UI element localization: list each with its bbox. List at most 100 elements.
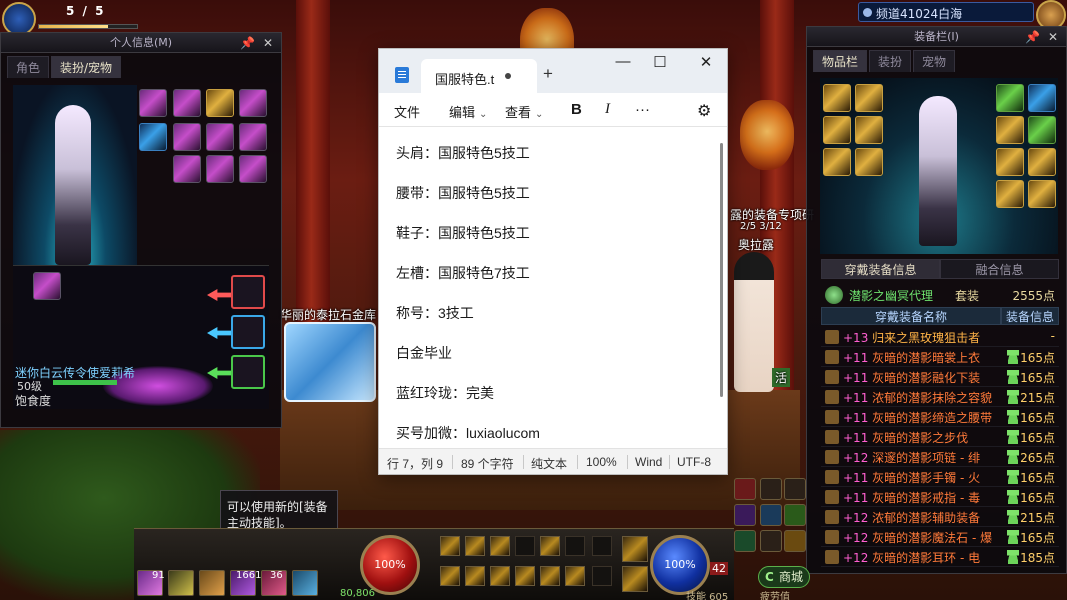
equip-row[interactable]: +13 归来之黑玫瑰狙击者 - (821, 327, 1059, 347)
quick-item[interactable] (168, 570, 194, 596)
pin-icon[interactable]: 📌 (1025, 27, 1040, 47)
skill-slot[interactable] (540, 566, 560, 586)
skill-slot[interactable] (490, 566, 510, 586)
tab-document[interactable]: 国服特色.t (421, 59, 537, 93)
skill-slot[interactable] (465, 566, 485, 586)
bold-button[interactable]: B (571, 101, 582, 118)
equip-slot-shoulder[interactable] (823, 84, 851, 112)
avatar-slot[interactable] (206, 89, 234, 117)
pet-slot[interactable] (33, 272, 61, 300)
encoding[interactable]: UTF-8 (677, 455, 711, 469)
italic-button[interactable]: I (605, 101, 610, 118)
equip-slot-bracelet[interactable] (996, 116, 1024, 144)
avatar-slot[interactable] (206, 123, 234, 151)
new-tab-icon[interactable]: + (543, 64, 553, 84)
equip-row[interactable]: +12 灰暗的潜影耳环 - 电 185点 (821, 547, 1059, 567)
text-editor[interactable]: 头肩：国服特色5技工 腰带：国服特色5技工 鞋子：国服特色5技工 左槽：国服特色… (379, 127, 727, 447)
equip-row[interactable]: +11 灰暗的潜影戒指 - 毒 165点 (821, 487, 1059, 507)
avatar-slot[interactable] (206, 155, 234, 183)
scrollbar[interactable] (720, 143, 723, 397)
shop-button[interactable]: 商城 (758, 566, 810, 588)
equip-row[interactable]: +11 灰暗的潜影之步伐 165点 (821, 427, 1059, 447)
book-icon[interactable] (734, 530, 756, 552)
skill-slot[interactable] (440, 536, 460, 556)
more-button[interactable]: ··· (635, 101, 650, 118)
equip-slot-necklace[interactable] (1028, 116, 1056, 144)
equip-slot-pants[interactable] (855, 116, 883, 144)
equip-row[interactable]: +11 灰暗的潜影暗裳上衣 165点 (821, 347, 1059, 367)
skill-slot[interactable] (440, 566, 460, 586)
awakening-skill[interactable] (622, 566, 648, 592)
equip-slot-title[interactable] (996, 84, 1024, 112)
event-icon[interactable] (734, 504, 756, 526)
avatar-slot[interactable] (239, 123, 267, 151)
equip-slot-ring[interactable] (996, 148, 1024, 176)
text-mode[interactable]: 纯文本 (531, 455, 567, 472)
skill-slot[interactable] (565, 536, 585, 556)
avatar-slot[interactable] (173, 123, 201, 151)
equip-row[interactable]: +11 灰暗的潜影手镯 - 火 165点 (821, 467, 1059, 487)
currency-icon[interactable] (760, 478, 782, 500)
line-ending[interactable]: Wind (635, 455, 662, 469)
skill-slot[interactable] (465, 536, 485, 556)
pet-skill-green[interactable] (231, 355, 265, 389)
zoom-level[interactable]: 100% (586, 455, 617, 469)
skill-slot[interactable] (592, 566, 612, 586)
menu-file[interactable]: 文件 (394, 102, 420, 121)
npc-aurora[interactable] (734, 252, 774, 392)
equip-row[interactable]: +11 浓郁的潜影抹除之容貌 215点 (821, 387, 1059, 407)
tab-pet[interactable]: 宠物 (913, 50, 956, 72)
player-avatar[interactable] (2, 2, 36, 36)
close-icon[interactable]: ✕ (263, 33, 273, 53)
equip-row[interactable]: +11 灰暗的潜影缔造之腰带 165点 (821, 407, 1059, 427)
equip-slot-top[interactable] (855, 84, 883, 112)
skill-slot[interactable] (592, 536, 612, 556)
equip-slot-support[interactable] (1028, 148, 1056, 176)
menu-edit[interactable]: 编辑 ⌄ (449, 102, 487, 121)
tab-avatar[interactable]: 装扮 (869, 50, 912, 72)
skill-slot[interactable] (515, 566, 535, 586)
avatar-slot[interactable] (173, 89, 201, 117)
maximize-icon[interactable]: ☐ (648, 53, 672, 71)
tab-fusion-info[interactable]: 融合信息 (940, 259, 1059, 279)
treasure-chest[interactable] (284, 322, 376, 402)
star-icon[interactable] (760, 504, 782, 526)
pet-skill-red[interactable] (231, 275, 265, 309)
avatar-slot[interactable] (239, 89, 267, 117)
minimize-icon[interactable]: — (611, 53, 635, 70)
avatar-slot[interactable] (239, 155, 267, 183)
tab-character[interactable]: 角色 (7, 56, 50, 78)
equip-slot-earring[interactable] (1028, 180, 1056, 208)
skill-slot[interactable] (515, 536, 535, 556)
equip-row[interactable]: +12 浓郁的潜影辅助装备 215点 (821, 507, 1059, 527)
avatar-slot[interactable] (173, 155, 201, 183)
equip-row[interactable]: +12 深邃的潜影项链 - 绯 265点 (821, 447, 1059, 467)
equip-slot-creature[interactable] (1028, 84, 1056, 112)
equip-row[interactable]: +12 灰暗的潜影魔法石 - 爆 165点 (821, 527, 1059, 547)
skill-slot[interactable] (490, 536, 510, 556)
clipboard-icon[interactable] (760, 530, 782, 552)
equip-slot-magic-stone[interactable] (996, 180, 1024, 208)
notification-icon[interactable] (734, 478, 756, 500)
activity-button[interactable]: 活 (772, 368, 791, 387)
tab-inventory[interactable]: 物品栏 (813, 50, 868, 72)
skill-slot[interactable] (565, 566, 585, 586)
menu-view[interactable]: 查看 ⌄ (505, 102, 543, 121)
equip-slot-shoes[interactable] (823, 148, 851, 176)
pet-skill-blue[interactable] (231, 315, 265, 349)
avatar-slot[interactable] (139, 123, 167, 151)
tab-avatar-pet[interactable]: 装扮/宠物 (51, 56, 122, 78)
channel-indicator[interactable]: 频道41024白海 (858, 2, 1034, 22)
quick-item[interactable] (292, 570, 318, 596)
quick-item[interactable] (199, 570, 225, 596)
dungeon-icon[interactable] (784, 530, 806, 552)
avatar-slot[interactable] (139, 89, 167, 117)
settings-gear-icon[interactable]: ⚙ (697, 101, 711, 121)
awakening-skill[interactable] (622, 536, 648, 562)
tab-equipped-info[interactable]: 穿戴装备信息 (821, 259, 940, 279)
ticket-icon[interactable] (784, 504, 806, 526)
gear-icon[interactable] (784, 478, 806, 500)
pin-icon[interactable]: 📌 (240, 33, 255, 53)
equip-slot-belt[interactable] (823, 116, 851, 144)
skill-slot[interactable] (540, 536, 560, 556)
